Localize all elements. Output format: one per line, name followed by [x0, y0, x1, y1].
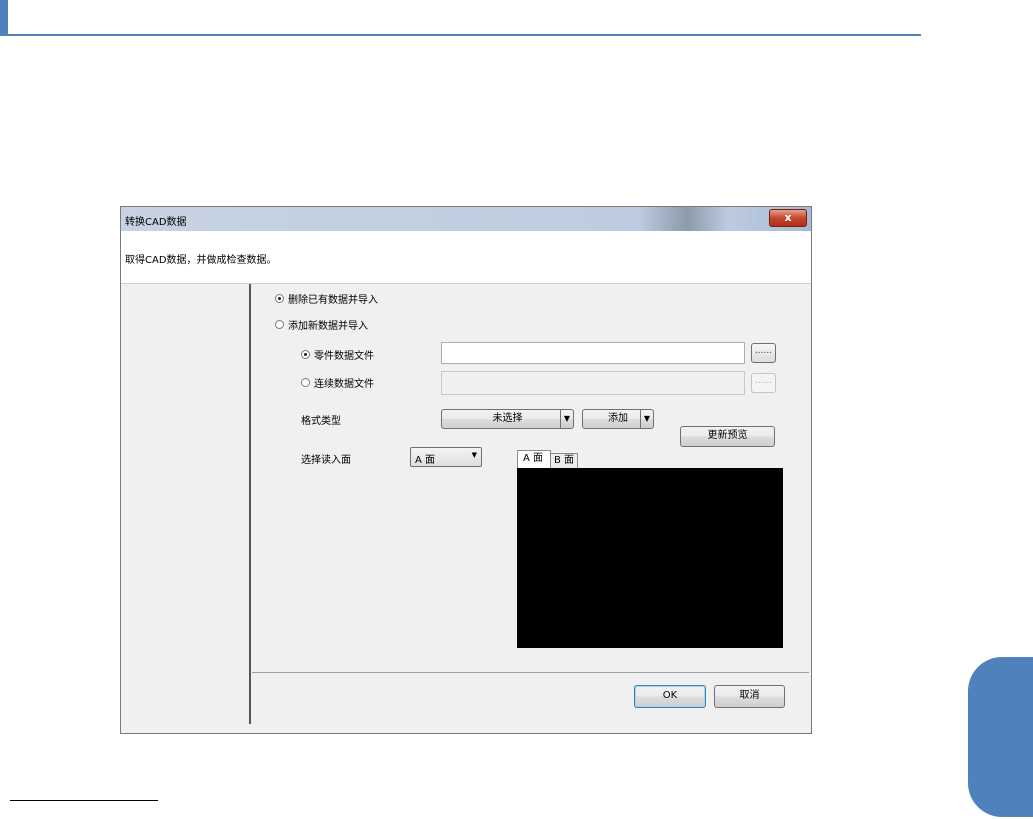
- format-type-value: 未选择: [492, 413, 523, 424]
- chevron-down-icon: ▼: [471, 451, 477, 459]
- tab-surface-b[interactable]: B 面: [550, 453, 578, 468]
- dialog-banner: 取得CAD数据，并做成检查数据。: [121, 231, 811, 284]
- read-surface-select[interactable]: A 面 ▼: [410, 447, 482, 467]
- footnote-rule: [10, 800, 158, 801]
- add-format-label: 添加: [608, 413, 628, 424]
- radio-unselected-icon: [301, 378, 310, 387]
- radio-unselected-icon: [275, 320, 284, 329]
- format-type-split-button[interactable]: 未选择 ▼: [441, 409, 574, 429]
- close-button[interactable]: x: [769, 209, 807, 227]
- dialog-title: 转换CAD数据: [125, 217, 187, 228]
- cad-preview-canvas: [517, 468, 783, 648]
- header-rule: [8, 34, 921, 36]
- radio-continuous-data-file[interactable]: 连续数据文件: [301, 375, 374, 390]
- close-icon: x: [784, 211, 792, 224]
- chevron-down-icon[interactable]: ▼: [560, 410, 573, 428]
- chevron-down-icon[interactable]: ▼: [640, 410, 653, 428]
- convert-cad-dialog: 转换CAD数据 x 取得CAD数据，并做成检查数据。 删除已有数据并导入 添加新…: [120, 206, 812, 734]
- ok-button[interactable]: OK: [634, 685, 706, 708]
- part-file-path-input[interactable]: [441, 342, 745, 364]
- format-type-label: 格式类型: [301, 416, 341, 427]
- read-surface-value: A 面: [415, 455, 436, 466]
- part-file-browse-button[interactable]: ......: [751, 343, 776, 363]
- add-format-split-button[interactable]: 添加 ▼: [582, 409, 654, 429]
- radio-add-new-import[interactable]: 添加新数据并导入: [275, 317, 368, 332]
- radio-label: 零件数据文件: [314, 351, 374, 362]
- radio-delete-existing-import[interactable]: 删除已有数据并导入: [275, 291, 378, 306]
- dialog-description: 取得CAD数据，并做成检查数据。: [125, 255, 277, 266]
- radio-part-data-file[interactable]: 零件数据文件: [301, 347, 374, 362]
- radio-label: 添加新数据并导入: [288, 321, 368, 332]
- continuous-file-path-input[interactable]: [441, 371, 745, 395]
- continuous-file-browse-button[interactable]: ......: [751, 373, 776, 393]
- chapter-side-tab: [968, 657, 1033, 817]
- header-accent-bar: [0, 0, 8, 36]
- radio-label: 删除已有数据并导入: [288, 295, 378, 306]
- left-pane: [121, 284, 251, 724]
- read-surface-label: 选择读入面: [301, 455, 351, 466]
- tab-surface-a[interactable]: A 面: [517, 450, 551, 469]
- radio-label: 连续数据文件: [314, 379, 374, 390]
- radio-selected-icon: [301, 350, 310, 359]
- radio-selected-icon: [275, 294, 284, 303]
- footer-separator: [252, 672, 809, 673]
- update-preview-button[interactable]: 更新预览: [680, 426, 775, 447]
- dialog-titlebar[interactable]: 转换CAD数据 x: [121, 207, 811, 231]
- cancel-button[interactable]: 取消: [714, 685, 785, 708]
